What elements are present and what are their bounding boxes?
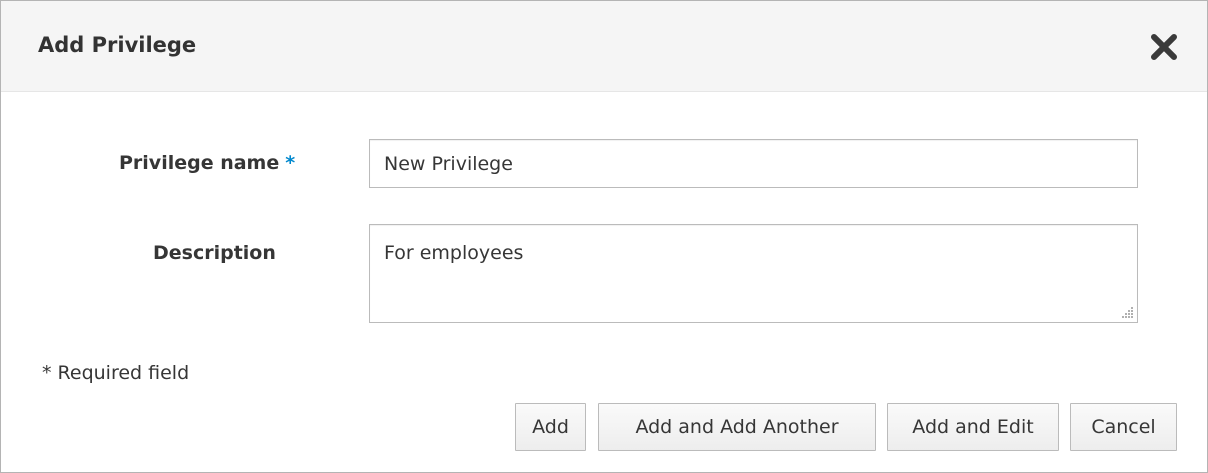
required-star: * [285, 152, 296, 174]
description-label: Description [153, 242, 276, 264]
dialog-title: Add Privilege [38, 33, 197, 57]
privilege-name-input[interactable] [369, 139, 1138, 188]
description-textarea[interactable]: For employees [369, 224, 1138, 323]
cancel-button[interactable]: Cancel [1070, 403, 1177, 451]
add-button[interactable]: Add [515, 403, 586, 451]
close-icon-glyph [1151, 34, 1177, 60]
add-and-edit-button[interactable]: Add and Edit [887, 403, 1059, 451]
description-value: For employees [384, 242, 524, 264]
required-field-note: * Required field [42, 362, 190, 384]
resize-grip-icon[interactable] [1120, 305, 1134, 319]
add-and-add-another-button[interactable]: Add and Add Another [598, 403, 876, 451]
close-icon[interactable] [1149, 32, 1179, 62]
privilege-name-label: Privilege name * [119, 154, 295, 173]
dialog-header: Add Privilege [1, 1, 1207, 92]
privilege-name-label-text: Privilege name [119, 152, 280, 174]
add-privilege-dialog: Add Privilege Privilege name* Descriptio… [0, 0, 1208, 473]
